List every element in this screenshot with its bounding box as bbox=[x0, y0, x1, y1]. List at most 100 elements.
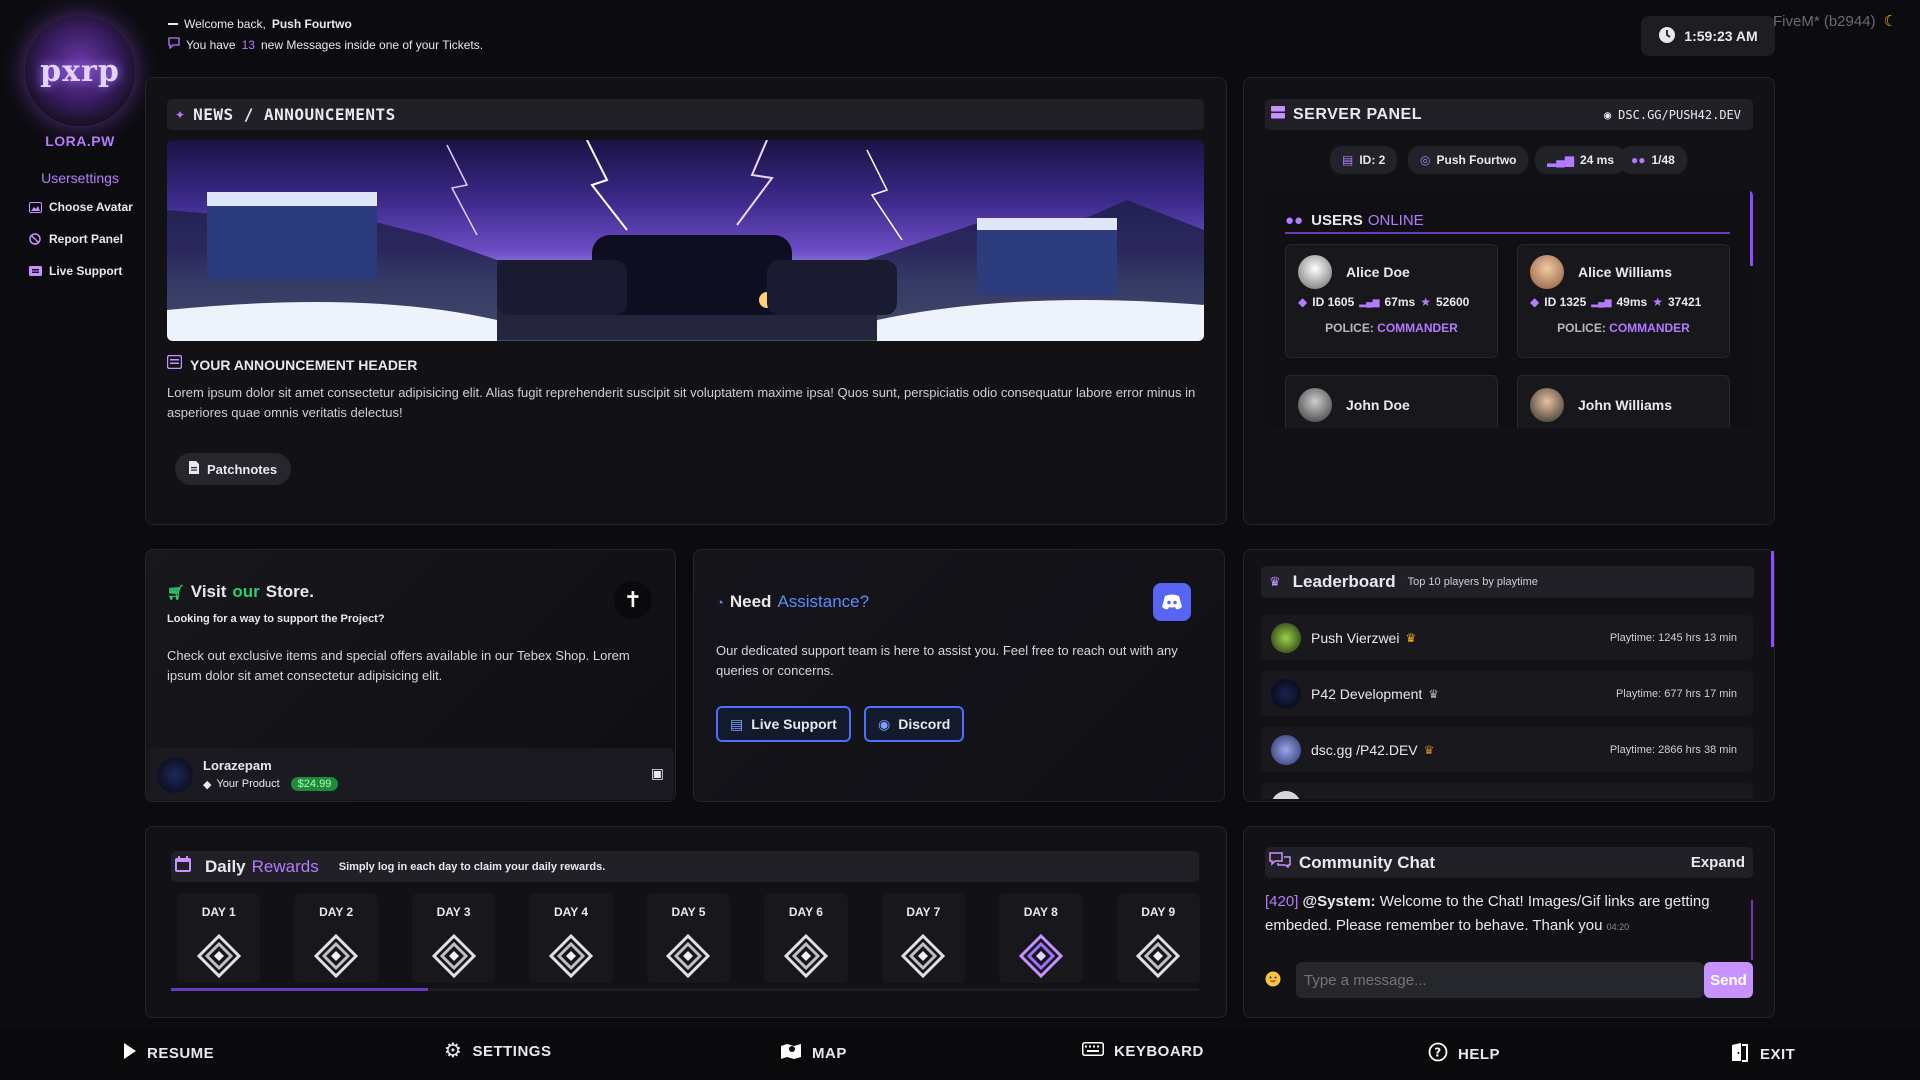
assistance-title-b: Assistance? bbox=[777, 592, 870, 611]
nav-help[interactable]: ? HELP bbox=[1428, 1042, 1500, 1066]
patchnotes-label: Patchnotes bbox=[207, 461, 278, 477]
shopping-bag-icon[interactable]: ▣ bbox=[651, 765, 664, 782]
leaderboard-scrollbar[interactable] bbox=[1771, 551, 1774, 647]
reward-day-label: DAY 4 bbox=[554, 905, 589, 919]
user-card[interactable]: John Doe bbox=[1285, 375, 1498, 428]
sidebar-item-report-panel[interactable]: Report Panel bbox=[28, 232, 123, 246]
leaderboard-row[interactable]: P42 Development ♛ Playtime: 677 hrs 17 m… bbox=[1261, 671, 1753, 716]
reward-day-tile[interactable]: DAY 9 bbox=[1116, 893, 1200, 983]
reward-day-tile[interactable]: DAY 4 bbox=[529, 893, 613, 983]
pin-icon: ✦ bbox=[175, 107, 186, 122]
lb-playtime: Playtime: 2866 hrs 38 min bbox=[1609, 743, 1737, 756]
bronze-trophy-icon: ♛ bbox=[1423, 742, 1435, 757]
chat-send-button[interactable]: Send bbox=[1704, 962, 1753, 998]
users-scrollbar[interactable] bbox=[1750, 190, 1753, 266]
role-prefix: POLICE: bbox=[1325, 321, 1374, 335]
lb-player-name: Push Vierzwei bbox=[1311, 629, 1400, 646]
avatar bbox=[1271, 734, 1301, 765]
chat-message: [420] @System: Welcome to the Chat! Imag… bbox=[1265, 890, 1740, 939]
chat-message-input[interactable] bbox=[1296, 962, 1704, 998]
nav-label: KEYBOARD bbox=[1114, 1042, 1204, 1060]
user-ping: 49ms bbox=[1616, 295, 1648, 309]
user-card[interactable]: John Williams bbox=[1517, 375, 1730, 428]
nav-label: SETTINGS bbox=[472, 1042, 552, 1060]
store-product-card[interactable]: Lorazepam ◆ Your Product $24.99 ▣ bbox=[147, 748, 674, 800]
gold-trophy-icon: ♛ bbox=[1405, 630, 1417, 645]
trophy-icon: ♛ bbox=[1269, 574, 1281, 589]
users-online-box: ●● USERS ONLINE Alice Doe ◆ ID 1605 ▂▄▆ … bbox=[1265, 190, 1753, 428]
sidebar-item-live-support[interactable]: Live Support bbox=[28, 264, 122, 278]
user-card[interactable]: Alice Williams ◆ ID 1325 ▂▄▆ 49ms ★ 3742… bbox=[1517, 244, 1730, 358]
sidebar-item-label: Live Support bbox=[49, 264, 123, 278]
reward-day-label: DAY 1 bbox=[201, 905, 236, 919]
leaderboard-subtitle: Top 10 players by playtime bbox=[1407, 576, 1538, 588]
msg-prefix: You have bbox=[186, 37, 236, 52]
ticket-icon bbox=[28, 265, 42, 277]
reward-diamond-icon bbox=[313, 933, 359, 979]
nav-map[interactable]: MAP bbox=[780, 1042, 847, 1064]
server-discord-link[interactable]: ◉ DSC.GG/PUSH42.DEV bbox=[1604, 108, 1741, 122]
rewards-progress-track bbox=[171, 988, 1199, 991]
reward-day-tile[interactable]: DAY 5 bbox=[646, 893, 731, 983]
reward-day-tile[interactable]: DAY 1 bbox=[177, 893, 261, 983]
tag-icon: ◆ bbox=[1530, 295, 1540, 309]
users-online-header: ●● USERS ONLINE bbox=[1285, 212, 1424, 229]
stat-server-id: ▤ ID: 2 bbox=[1330, 146, 1398, 174]
user-score: 52600 bbox=[1435, 295, 1470, 309]
emoji-button[interactable] bbox=[1265, 971, 1281, 992]
nav-keyboard[interactable]: KEYBOARD bbox=[1082, 1042, 1204, 1060]
reward-diamond-icon bbox=[548, 933, 594, 979]
live-support-button[interactable]: ▤ Live Support bbox=[716, 706, 851, 742]
user-icon: ◎ bbox=[1420, 153, 1431, 167]
server-id: ID: 2 bbox=[1359, 153, 1386, 167]
stat-ping: ▂▄▆ 24 ms bbox=[1535, 146, 1626, 174]
keyboard-icon bbox=[1082, 1042, 1104, 1060]
reward-diamond-icon bbox=[196, 933, 242, 979]
announcement-header: YOUR ANNOUNCEMENT HEADER bbox=[166, 354, 418, 374]
sidebar-item-choose-avatar[interactable]: Choose Avatar bbox=[28, 200, 133, 214]
reward-day-tile[interactable]: DAY 3 bbox=[411, 893, 496, 983]
lb-player-name: P42 Development bbox=[1311, 685, 1423, 702]
headset-icon: ◔ bbox=[716, 594, 724, 610]
reward-day-label: DAY 5 bbox=[671, 905, 706, 919]
reward-day-tile[interactable]: DAY 6 bbox=[764, 893, 848, 983]
clock-icon bbox=[1658, 26, 1676, 47]
reward-day-tile[interactable]: DAY 8 bbox=[999, 893, 1083, 983]
nav-settings[interactable]: ⚙ SETTINGS bbox=[444, 1041, 552, 1061]
store-title-a: Visit bbox=[190, 582, 227, 601]
file-icon bbox=[189, 461, 199, 477]
tebex-icon[interactable]: ✝ bbox=[614, 581, 652, 619]
announcement-title: YOUR ANNOUNCEMENT HEADER bbox=[190, 356, 418, 373]
nav-exit[interactable]: EXIT bbox=[1730, 1042, 1795, 1066]
patchnotes-button[interactable]: Patchnotes bbox=[175, 453, 292, 485]
reward-day-label: DAY 9 bbox=[1141, 905, 1176, 919]
star-icon: ★ bbox=[1652, 295, 1663, 309]
users-label: USERS bbox=[1311, 212, 1363, 229]
product-price: $24.99 bbox=[290, 777, 339, 791]
welcome-line: Welcome back, Push Fourtwo bbox=[168, 17, 352, 31]
discord-icon[interactable] bbox=[1153, 583, 1191, 621]
rewards-progress-fill bbox=[171, 988, 428, 991]
discord-link-text: DSC.GG/PUSH42.DEV bbox=[1618, 107, 1741, 122]
dash-icon bbox=[168, 23, 178, 25]
rewards-track: DAY 1 DAY 2 DAY 3 DAY 4 DAY 5 DAY 6 DAY 7 DAY 8… bbox=[175, 893, 1200, 993]
clock-widget: 1:59:23 AM bbox=[1641, 16, 1775, 56]
leaderboard-row[interactable] bbox=[1261, 783, 1753, 799]
chat-scrollbar[interactable] bbox=[1751, 900, 1753, 960]
announcement-icon bbox=[166, 354, 183, 374]
leaderboard-row[interactable]: dsc.gg /P42.DEV ♛ Playtime: 2866 hrs 38 … bbox=[1261, 727, 1753, 772]
chat-title-bar: Community Chat Expand bbox=[1265, 847, 1753, 878]
nav-resume[interactable]: RESUME bbox=[123, 1042, 214, 1064]
chat-expand-button[interactable]: Expand bbox=[1691, 854, 1745, 871]
users-divider bbox=[1285, 232, 1730, 234]
ticket-message-notice[interactable]: You have 13 new Messages inside one of y… bbox=[168, 37, 483, 52]
user-card[interactable]: Alice Doe ◆ ID 1605 ▂▄▆ 67ms ★ 52600 POL… bbox=[1285, 244, 1498, 358]
user-id: ID 1325 bbox=[1544, 295, 1587, 309]
news-banner-image bbox=[167, 140, 1204, 341]
store-subtitle: Looking for a way to support the Project… bbox=[167, 613, 385, 625]
leaderboard-row[interactable]: Push Vierzwei ♛ Playtime: 1245 hrs 13 mi… bbox=[1261, 615, 1753, 660]
reward-day-tile[interactable]: DAY 7 bbox=[881, 893, 966, 983]
discord-button[interactable]: ◉ Discord bbox=[864, 706, 965, 742]
stat-players: ●● 1/48 bbox=[1619, 146, 1687, 174]
reward-day-tile[interactable]: DAY 2 bbox=[294, 893, 378, 983]
